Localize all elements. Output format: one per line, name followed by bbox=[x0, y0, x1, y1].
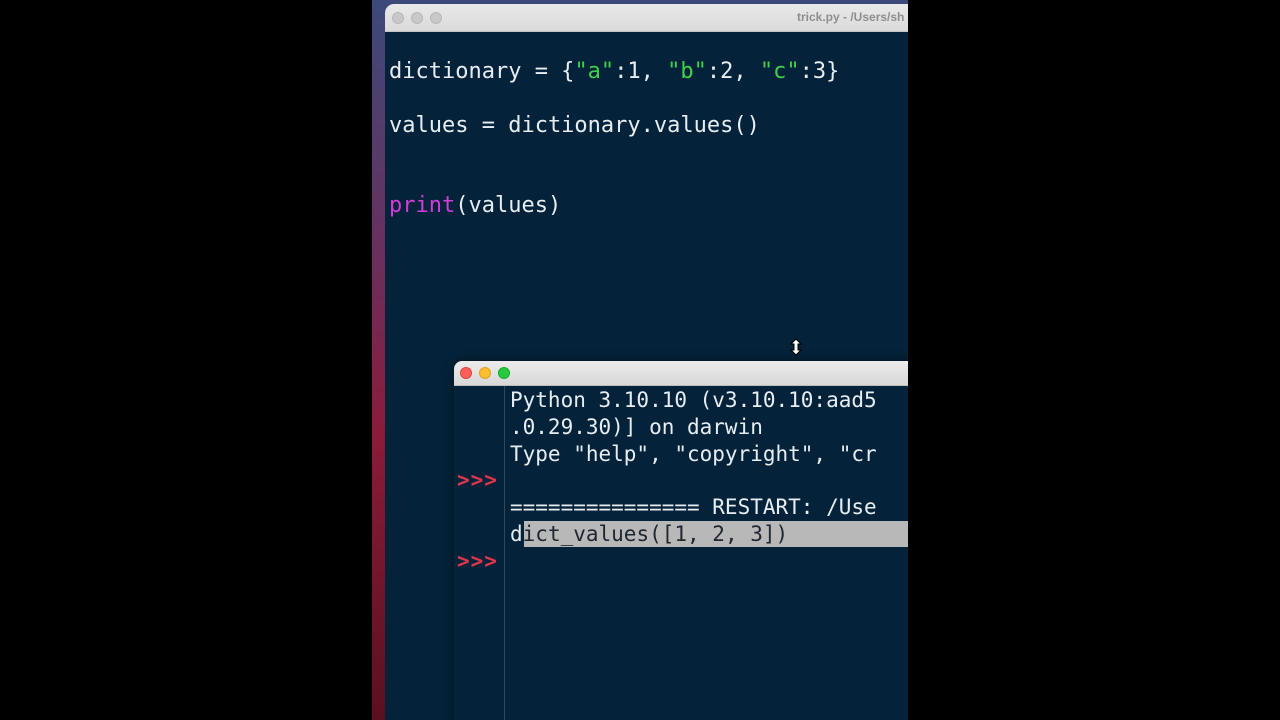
string-token: "c" bbox=[759, 59, 800, 84]
shell-prompt: >>> bbox=[457, 549, 498, 573]
shell-output-line: Type "help", "copyright", "cr bbox=[510, 442, 877, 466]
result-selected-text: ict_values([1, 2, 3]) bbox=[522, 522, 789, 546]
shell-output-line: .0.29.30)] on darwin bbox=[510, 415, 763, 439]
code-token: :1, bbox=[614, 59, 668, 84]
string-token: "b" bbox=[667, 59, 707, 84]
python-shell-window[interactable]: >>> >>> Python 3.10.10 (v3.10.10:aad5 .0… bbox=[454, 361, 908, 720]
shell-titlebar[interactable] bbox=[454, 361, 908, 386]
code-line-3: print(values) bbox=[389, 193, 561, 218]
keyword-token: print bbox=[389, 193, 456, 218]
desktop-background: trick.py - /Users/sh dictionary = {"a":1… bbox=[372, 0, 908, 720]
minimize-window-icon[interactable] bbox=[479, 367, 491, 379]
zoom-window-icon[interactable] bbox=[498, 367, 510, 379]
shell-result-line[interactable]: dict_values([1, 2, 3]) bbox=[510, 522, 788, 546]
code-token: :2, bbox=[706, 59, 760, 84]
code-token: :3} bbox=[799, 59, 840, 84]
shell-output-line: Python 3.10.10 (v3.10.10:aad5 bbox=[510, 388, 877, 412]
editor-window-title: trick.py - /Users/sh bbox=[797, 10, 905, 24]
prompt-gutter: >>> >>> bbox=[454, 386, 505, 720]
result-first-char: d bbox=[510, 522, 523, 546]
code-token: (values) bbox=[455, 193, 562, 218]
close-window-icon[interactable] bbox=[392, 12, 404, 24]
editor-titlebar[interactable]: trick.py - /Users/sh bbox=[385, 4, 908, 32]
resize-vertical-cursor-icon bbox=[789, 338, 803, 356]
code-token: dictionary = { bbox=[389, 59, 575, 84]
code-line-2: values = dictionary.values() bbox=[389, 113, 760, 138]
zoom-window-icon[interactable] bbox=[430, 12, 442, 24]
code-area[interactable]: dictionary = {"a":1, "b":2, "c":3} value… bbox=[389, 59, 839, 218]
code-line-1: dictionary = {"a":1, "b":2, "c":3} bbox=[389, 59, 839, 84]
shell-output-line: =============== RESTART: /Use bbox=[510, 495, 877, 519]
minimize-window-icon[interactable] bbox=[411, 12, 423, 24]
shell-prompt: >>> bbox=[457, 468, 498, 492]
close-window-icon[interactable] bbox=[460, 367, 472, 379]
string-token: "a" bbox=[574, 59, 615, 84]
